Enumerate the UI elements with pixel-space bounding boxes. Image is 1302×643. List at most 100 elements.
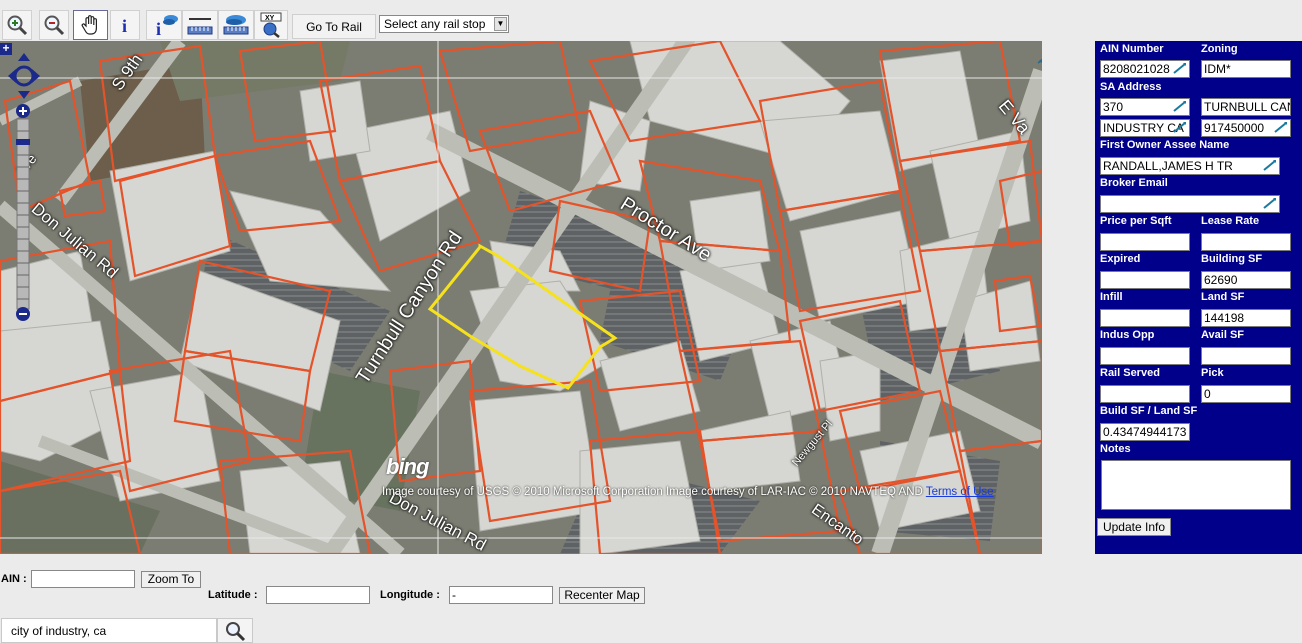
rail-served-field[interactable] <box>1100 385 1190 403</box>
hand-icon <box>81 15 97 35</box>
edit-pen-icon[interactable] <box>1173 100 1187 112</box>
edit-pen-icon[interactable] <box>1274 121 1288 133</box>
building-sf-label: Building SF <box>1201 253 1263 265</box>
recenter-map-button[interactable]: Recenter Map <box>559 587 645 604</box>
sa-city-value: INDUSTRY CA <box>1103 121 1184 135</box>
latitude-input[interactable] <box>266 586 370 604</box>
zoning-value: IDM* <box>1204 62 1231 76</box>
lease-rate-label: Lease Rate <box>1201 215 1260 227</box>
xy-tool[interactable]: XY <box>254 10 288 40</box>
svg-text:i: i <box>122 16 127 36</box>
measure-tool[interactable] <box>182 10 218 40</box>
svg-text:XY: XY <box>265 15 275 22</box>
build-land-ratio-label: Build SF / Land SF <box>1100 405 1198 417</box>
sa-street-value: TURNBULL CAN <box>1204 100 1291 114</box>
land-sf-label: Land SF <box>1201 291 1245 303</box>
magnifier-plus-icon <box>7 15 28 36</box>
avail-sf-field[interactable] <box>1201 347 1291 365</box>
edit-pen-icon[interactable] <box>1173 62 1187 74</box>
pick-value: 0 <box>1204 387 1211 401</box>
ruler-icon <box>187 18 213 35</box>
owner-field[interactable]: RANDALL,JAMES H TR <box>1100 157 1280 175</box>
sa-city-field[interactable]: INDUSTRY CA <box>1100 119 1190 137</box>
pan-tool[interactable] <box>73 10 108 40</box>
price-per-sqft-field[interactable] <box>1100 233 1190 251</box>
pick-label: Pick <box>1201 367 1224 379</box>
lease-rate-field[interactable] <box>1201 233 1291 251</box>
location-search-value: city of industry, ca <box>11 624 107 638</box>
bing-logo: bing <box>386 454 429 479</box>
info-layer-icon: i <box>156 15 178 37</box>
info-icon: i <box>122 16 127 36</box>
zoning-field[interactable]: IDM* <box>1201 60 1291 78</box>
zoom-out-tool[interactable] <box>39 10 69 40</box>
terms-of-use-link[interactable]: Terms of Use <box>926 486 994 498</box>
ain-input[interactable] <box>31 570 135 588</box>
ain-label: AIN : <box>1 573 27 585</box>
chevron-down-icon: ▼ <box>494 17 507 31</box>
ain-number-label: AIN Number <box>1100 43 1164 55</box>
zoom-slider[interactable] <box>14 103 32 323</box>
ain-number-value: 8208021028 <box>1103 62 1170 76</box>
edit-pen-icon[interactable] <box>1263 159 1277 171</box>
sa-street-field[interactable]: TURNBULL CAN <box>1201 98 1291 116</box>
rail-served-label: Rail Served <box>1100 367 1160 379</box>
indus-opp-field[interactable] <box>1100 347 1190 365</box>
longitude-value: - <box>452 588 456 602</box>
infill-field[interactable] <box>1100 309 1190 327</box>
ruler-area-icon <box>223 15 249 35</box>
map-view[interactable]: S 9th Ave Don Julian Rd Turnbull Canyon … <box>0 41 1042 554</box>
rail-stop-select[interactable]: Select any rail stop ▼ <box>379 15 509 33</box>
parcel-info-panel: AIN Number Zoning 8208021028 IDM* SA Add… <box>1095 41 1302 554</box>
expired-label: Expired <box>1100 253 1141 265</box>
rail-stop-select-value: Select any rail stop <box>384 17 486 31</box>
build-land-ratio-value: 0.43474944173 <box>1103 425 1187 439</box>
longitude-input[interactable]: - <box>449 586 553 604</box>
zoom-to-button[interactable]: Zoom To <box>141 571 201 588</box>
longitude-label: Longitude : <box>380 589 440 601</box>
update-info-button[interactable]: Update Info <box>1097 518 1171 536</box>
aerial-map-imagery <box>0 41 1042 554</box>
map-toolbar: i i XY Go To Rail Select any rail stop ▼ <box>0 5 640 40</box>
zoning-label: Zoning <box>1201 43 1238 55</box>
measure-area-tool[interactable] <box>218 10 254 40</box>
svg-text:i: i <box>156 19 161 37</box>
owner-value: RANDALL,JAMES H TR <box>1103 159 1233 173</box>
pick-field[interactable]: 0 <box>1201 385 1291 403</box>
building-sf-field[interactable]: 62690 <box>1201 271 1291 289</box>
infill-label: Infill <box>1100 291 1123 303</box>
ain-number-field[interactable]: 8208021028 <box>1100 60 1190 78</box>
land-sf-field[interactable]: 144198 <box>1201 309 1291 327</box>
attribution-text: Image courtesy of USGS © 2010 Microsoft … <box>382 486 923 498</box>
notes-textarea[interactable] <box>1101 460 1291 510</box>
price-per-sqft-label: Price per Sqft <box>1100 215 1172 227</box>
edit-pen-icon[interactable] <box>1263 197 1277 209</box>
location-search-button[interactable] <box>217 618 253 643</box>
identify-tool[interactable]: i <box>110 10 140 40</box>
search-icon <box>226 621 246 641</box>
map-attribution: Image courtesy of USGS © 2010 Microsoft … <box>382 486 994 498</box>
sa-zip-field[interactable]: 917450000 <box>1201 119 1291 137</box>
pan-arrows-control[interactable] <box>8 53 40 99</box>
indus-opp-label: Indus Opp <box>1100 329 1155 341</box>
owner-label: First Owner Assee Name <box>1100 139 1230 151</box>
notes-label: Notes <box>1100 443 1131 455</box>
land-sf-value: 144198 <box>1204 311 1245 325</box>
zoom-in-tool[interactable] <box>2 10 32 40</box>
broker-email-label: Broker Email <box>1100 177 1168 189</box>
build-land-ratio-field[interactable]: 0.43474944173 <box>1100 423 1190 441</box>
expired-field[interactable] <box>1100 271 1190 289</box>
sa-zip-value: 917450000 <box>1204 121 1265 135</box>
go-to-rail-button[interactable]: Go To Rail <box>292 14 376 39</box>
magnifier-minus-icon <box>44 15 65 36</box>
identify-layer-tool[interactable]: i <box>146 10 182 40</box>
building-sf-value: 62690 <box>1204 273 1238 287</box>
broker-email-field[interactable] <box>1100 195 1280 213</box>
latitude-label: Latitude : <box>208 589 258 601</box>
sa-address-label: SA Address <box>1100 81 1162 93</box>
edit-pen-icon[interactable] <box>1173 121 1187 133</box>
sa-house-value: 370 <box>1103 100 1124 114</box>
xy-icon: XY <box>260 12 282 38</box>
location-search-input[interactable]: city of industry, ca <box>1 618 217 643</box>
sa-house-field[interactable]: 370 <box>1100 98 1190 116</box>
